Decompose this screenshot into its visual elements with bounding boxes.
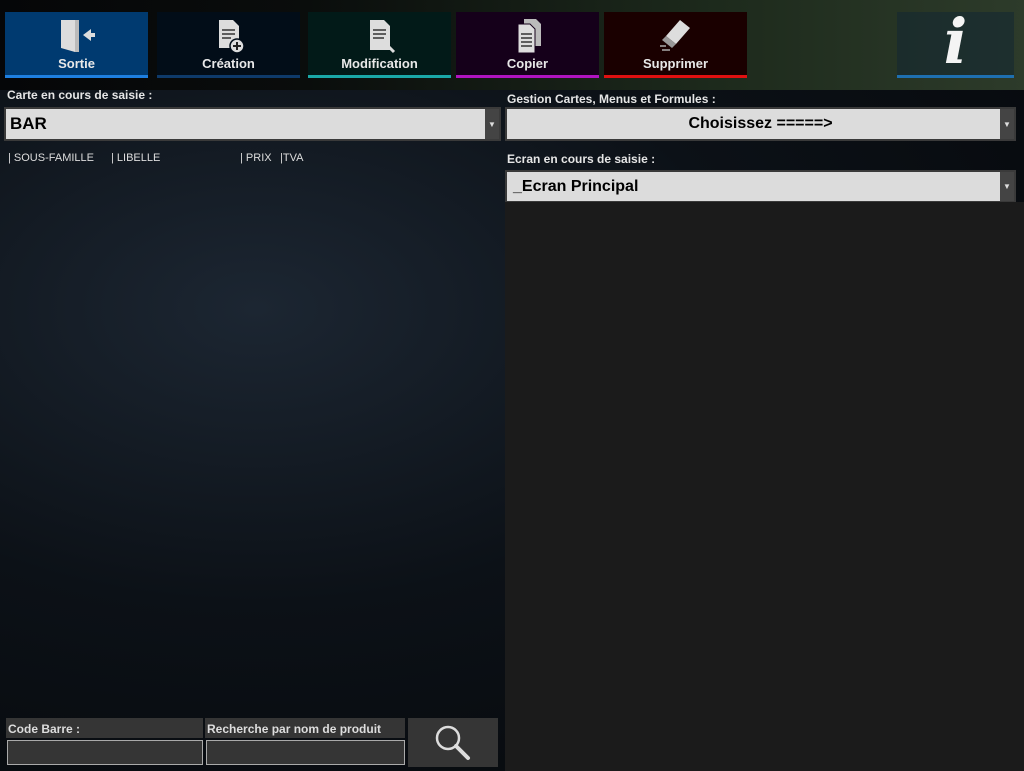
supprimer-button[interactable]: Supprimer bbox=[604, 12, 747, 78]
col-libelle[interactable]: | LIBELLE bbox=[111, 152, 160, 164]
copy-documents-icon bbox=[517, 19, 541, 54]
copier-label: Copier bbox=[506, 56, 549, 71]
gestion-value: Choisissez =====> bbox=[688, 115, 833, 132]
magnifier-icon bbox=[435, 725, 470, 760]
creation-label: Création bbox=[202, 56, 255, 71]
copier-button[interactable]: Copier bbox=[456, 12, 599, 78]
code-barre-input[interactable] bbox=[7, 740, 203, 765]
chevron-down-icon: ▼ bbox=[1000, 109, 1014, 139]
search-button[interactable] bbox=[408, 718, 498, 767]
eraser-icon bbox=[659, 20, 690, 51]
screen-editor-panel[interactable] bbox=[505, 202, 1024, 771]
gestion-select[interactable]: Choisissez =====> ▼ bbox=[505, 107, 1016, 141]
new-document-icon bbox=[218, 20, 245, 54]
carte-value: BAR bbox=[10, 114, 47, 133]
modification-button[interactable]: Modification bbox=[308, 12, 451, 78]
col-prix[interactable]: | PRIX bbox=[240, 152, 272, 164]
edit-document-icon bbox=[369, 20, 395, 54]
info-button[interactable]: i bbox=[897, 4, 1014, 78]
carte-select[interactable]: BAR ▼ bbox=[4, 107, 501, 141]
gestion-label: Gestion Cartes, Menus et Formules : bbox=[507, 92, 716, 106]
supprimer-label: Supprimer bbox=[642, 56, 708, 71]
exit-door-icon bbox=[60, 20, 95, 52]
chevron-down-icon: ▼ bbox=[485, 109, 499, 139]
sortie-button[interactable]: Sortie bbox=[5, 12, 148, 78]
ecran-select[interactable]: _Ecran Principal ▼ bbox=[505, 170, 1016, 203]
creation-button[interactable]: Création bbox=[157, 12, 300, 78]
col-sous-famille[interactable]: | SOUS-FAMILLE bbox=[8, 152, 94, 164]
ecran-label: Ecran en cours de saisie : bbox=[507, 152, 656, 166]
sortie-label: Sortie bbox=[58, 56, 95, 71]
chevron-down-icon: ▼ bbox=[1000, 172, 1014, 201]
col-tva[interactable]: |TVA bbox=[280, 152, 303, 164]
recherche-label: Recherche par nom de produit bbox=[205, 718, 405, 738]
modification-label: Modification bbox=[341, 56, 418, 71]
ecran-value: _Ecran Principal bbox=[513, 177, 639, 195]
recherche-input[interactable] bbox=[206, 740, 405, 765]
carte-label: Carte en cours de saisie : bbox=[7, 88, 153, 102]
info-icon: i bbox=[943, 4, 968, 78]
code-barre-label: Code Barre : bbox=[6, 718, 203, 738]
